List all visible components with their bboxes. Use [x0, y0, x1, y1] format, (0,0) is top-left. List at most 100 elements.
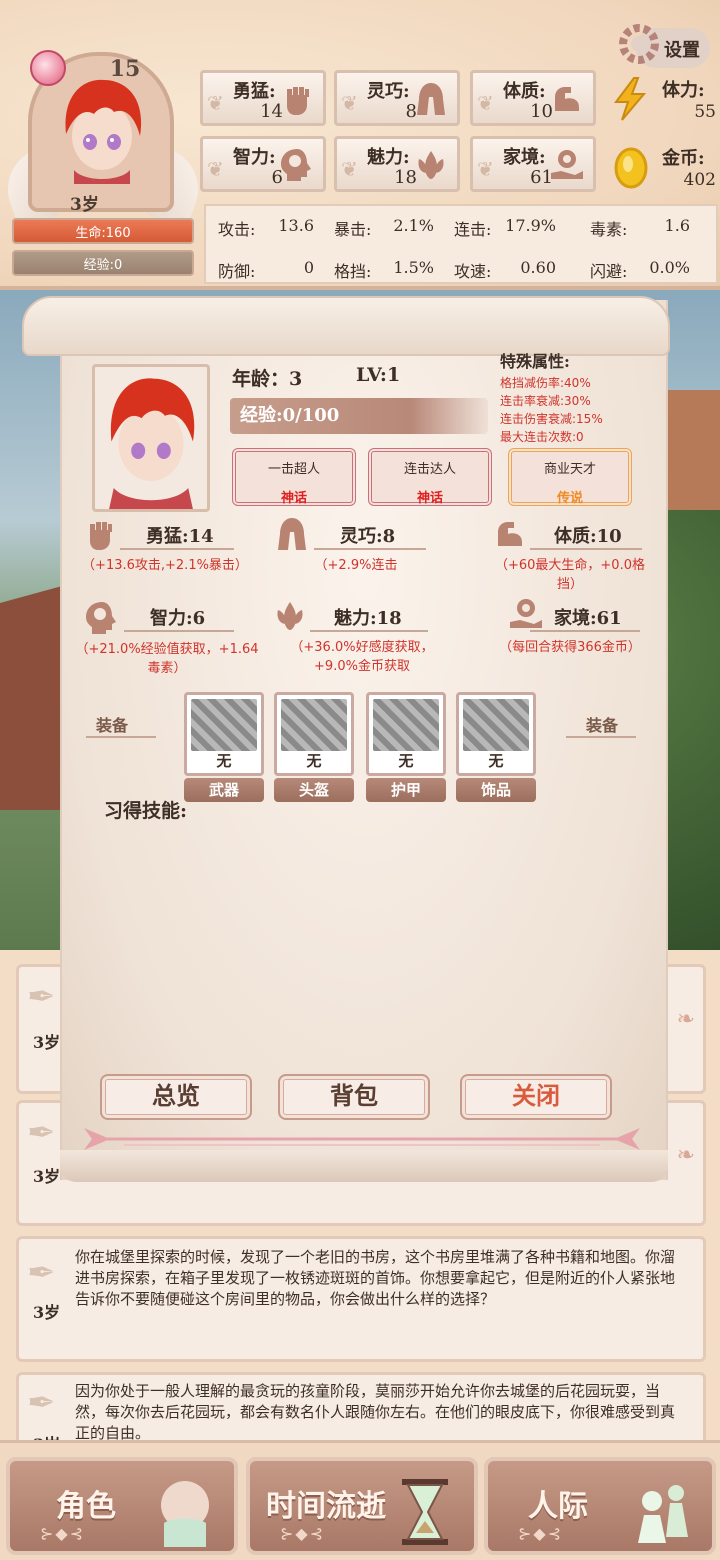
hero-avatar [109, 378, 195, 509]
empty-slot-image [373, 699, 439, 751]
stat-dexterity[interactable]: ❦ 灵巧: 8 [334, 70, 460, 126]
swirl-ornament-icon: ❦ [477, 157, 494, 181]
empty-slot-image [191, 699, 257, 751]
talent-name: 商业天才 [543, 462, 596, 477]
nav-social-button[interactable]: 人际 ⊱◆⊰ [484, 1457, 716, 1555]
log-age: 3岁 [33, 1167, 61, 1186]
equip-slot-helmet[interactable]: 无 [274, 692, 354, 776]
cloak-icon [417, 83, 445, 115]
scroll-bottom-roll [60, 1150, 668, 1182]
nav-time-button[interactable]: 时间流逝 ⊱◆⊰ [246, 1457, 478, 1555]
special-attribute: 连击率衰减:30% [500, 394, 591, 408]
nav-time-label: 时间流逝 [266, 1489, 386, 1524]
stat-intelligence[interactable]: ❦ 智力: 6 [200, 136, 326, 192]
flower-icon [418, 151, 444, 179]
flower-icon [277, 602, 303, 630]
combat-poison: 毒素: 1.6 [590, 216, 690, 239]
equip-label-right: 装备 [586, 716, 619, 735]
equip-slot-accessory[interactable]: 无 [456, 692, 536, 776]
combat-attack-speed: 攻速: 0.60 [454, 258, 556, 281]
scroll-top-roll [22, 296, 670, 356]
cloak-icon [278, 518, 306, 550]
attr-underline [310, 630, 428, 632]
log-text: 你在城堡里探索的时候，发现了一个老旧的书房，这个书房里堆满了各种书籍和地图。你溜… [75, 1248, 676, 1308]
lightning-icon [614, 77, 647, 121]
player-age: 3岁 [70, 195, 99, 215]
stat-constitution[interactable]: ❦ 体质: 10 [470, 70, 596, 126]
attr-underline [314, 548, 426, 550]
stat-family-label: 家境: [503, 147, 546, 168]
talent-badge[interactable]: 一击超人 神话 [232, 448, 356, 506]
attr-dexterity-desc: （+2.9%连击 [314, 558, 398, 573]
ribbon-ornament [84, 1128, 640, 1150]
feather-icon: ✒ [27, 977, 56, 1017]
stat-dexterity-value: 8 [405, 101, 417, 122]
attr-underline [120, 548, 234, 550]
attr-family-name: 家境:61 [554, 608, 622, 629]
special-attributes-title: 特殊属性: [500, 352, 570, 371]
empty-slot-image [463, 699, 529, 751]
nav-character-button[interactable]: 角色 ⊱◆⊰ [6, 1457, 238, 1555]
stat-charm-value: 18 [394, 167, 417, 188]
stat-charm-label: 魅力: [367, 147, 410, 168]
learned-skills-title: 习得技能: [104, 800, 188, 822]
stat-courage[interactable]: ❦ 勇猛: 14 [200, 70, 326, 126]
equip-slot-weapon[interactable]: 无 [184, 692, 264, 776]
combat-stats-panel: 攻击: 13.6 暴击: 2.1% 连击: 17.9% 毒素: 1.6 防御: 0 格挡:… [204, 204, 718, 284]
talent-rarity: 神话 [416, 491, 443, 506]
combat-defense: 防御: 0 [218, 258, 314, 281]
equip-slot-label: 饰品 [456, 778, 536, 802]
level-orb-icon [30, 50, 66, 86]
attr-underline [530, 630, 640, 632]
attr-constitution-name: 体质:10 [554, 526, 622, 547]
curl-ornament-icon: ❧ [676, 1143, 695, 1168]
stat-intelligence-label: 智力: [233, 147, 276, 168]
combat-combo: 连击: 17.9% [454, 216, 556, 239]
equip-slot-label: 护甲 [366, 778, 446, 802]
talent-rarity: 传说 [556, 491, 583, 506]
swirl-ornament-icon: ❦ [477, 91, 494, 115]
stat-intelligence-value: 6 [271, 167, 283, 188]
ornament-icon: ⊱◆⊰ [280, 1524, 326, 1543]
gear-icon [619, 24, 659, 64]
equip-slot-armor[interactable]: 无 [366, 692, 446, 776]
close-button[interactable]: 关闭 [460, 1074, 612, 1120]
stat-charm[interactable]: ❦ 魅力: 18 [334, 136, 460, 192]
stamina-label: 体力: [662, 80, 705, 101]
talent-rarity: 神话 [280, 491, 307, 506]
attr-intelligence-name: 智力:6 [150, 608, 206, 629]
attr-courage-desc: （+13.6攻击,+2.1%暴击） [82, 558, 248, 573]
stat-family-value: 61 [530, 167, 553, 188]
attr-intelligence-desc: （+21.0%经验值获取，+1.64毒素） [75, 642, 259, 676]
equip-divider [86, 736, 156, 738]
gold-coin-icon [614, 147, 648, 189]
combat-attack: 攻击: 13.6 [218, 216, 314, 239]
stat-family[interactable]: ❦ 家境: 61 [470, 136, 596, 192]
log-text: 因为你处于一般人理解的最贪玩的孩童阶段，莫丽莎开始允许你去城堡的后花园玩耍，当然… [75, 1382, 676, 1442]
exp-bar: 经验:0 [12, 250, 194, 276]
equip-value: 无 [398, 752, 414, 770]
stat-constitution-value: 10 [530, 101, 553, 122]
bag-button[interactable]: 背包 [278, 1074, 430, 1120]
character-bust-icon [161, 1481, 209, 1547]
gold-value: 402 [683, 170, 716, 190]
talent-badge[interactable]: 连击达人 神话 [368, 448, 492, 506]
arm-icon [555, 87, 579, 111]
stamina-value: 55 [694, 102, 716, 122]
talent-name: 一击超人 [267, 462, 320, 477]
talent-badge[interactable]: 商业天才 传说 [508, 448, 632, 506]
chess-pieces-icon [638, 1485, 688, 1543]
log-entry[interactable]: ✒ 3岁 你在城堡里探索的时候，发现了一个老旧的书房，这个书房里堆满了各种书籍和… [16, 1236, 706, 1362]
overview-button[interactable]: 总览 [100, 1074, 252, 1120]
log-age: 3岁 [33, 1303, 61, 1322]
player-level: 15 [109, 56, 141, 82]
swirl-ornament-icon: ❦ [207, 157, 224, 181]
talent-name: 连击达人 [403, 462, 456, 477]
equip-value: 无 [306, 752, 322, 770]
hourglass-icon [402, 1479, 448, 1545]
settings-button[interactable]: 设置 [614, 16, 714, 74]
ornament-icon: ⊱◆⊰ [518, 1524, 564, 1543]
equip-slot-label: 武器 [184, 778, 264, 802]
feather-icon: ✒ [27, 1253, 56, 1293]
attr-charm-desc: （+36.0%好感度获取，+9.0%金币获取 [290, 640, 434, 674]
